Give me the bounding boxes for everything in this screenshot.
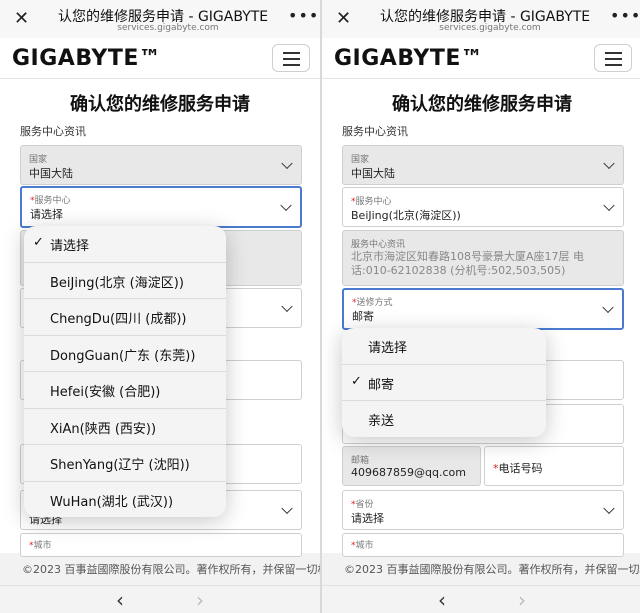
chevron-down-icon [281,300,293,313]
city-select[interactable]: *城市 [20,533,302,557]
service-info-value: 北京市海淀区知春路108号豪景大厦A座17层 电话:010-62102838 (… [351,250,585,277]
section-title: 服务中心资讯 [20,125,86,138]
country-value: 中国大陆 [351,167,395,180]
close-icon[interactable]: ✕ [336,8,351,29]
gigabyte-logo[interactable]: GIGABYTE™ [12,46,161,71]
forward-arrow-icon[interactable]: › [196,588,204,612]
site-header: GIGABYTE™ [322,38,640,79]
browser-nav-bar: ‹ › [322,585,640,613]
delivery-select[interactable]: *送修方式 邮寄 [342,288,624,330]
email-value: 409687859@qq.com [351,466,466,479]
dropdown-option[interactable]: ChengDu(四川 (成都)) [24,299,226,336]
province-value: 请选择 [351,512,384,525]
service-center-value: BeiJing(北京(海淀区)) [351,209,461,222]
province-select[interactable]: *省份 请选择 [342,490,624,530]
back-arrow-icon[interactable]: ‹ [438,588,446,612]
phone-field[interactable]: *电话号码 [484,446,624,486]
service-center-label: 服务中心 [355,197,392,207]
email-field[interactable]: 邮箱 409687859@qq.com [342,446,481,486]
dropdown-option[interactable]: BeiJing(北京 (海淀区)) [24,263,226,299]
browser-url: services.gigabyte.com [439,23,541,33]
country-select[interactable]: 国家 中国大陆 [20,145,302,185]
chevron-down-icon [603,157,615,170]
forward-arrow-icon[interactable]: › [518,588,526,612]
right-screen: ✕ 认您的维修服务申请 - GIGABYTE services.gigabyte… [322,0,640,613]
chevron-down-icon [281,157,293,170]
hamburger-icon[interactable] [594,44,632,72]
service-center-value: 请选择 [30,208,63,221]
delivery-label: 送修方式 [356,298,393,308]
browser-top-bar: ✕ 认您的维修服务申请 - GIGABYTE services.gigabyte… [322,0,640,38]
service-info-label: 服务中心资讯 [351,240,406,250]
chevron-down-icon [281,502,293,515]
hamburger-icon[interactable] [272,44,310,72]
dropdown-option[interactable]: ShenYang(辽宁 (沈阳)) [24,445,226,482]
dropdown-option[interactable]: WuHan(湖北 (武汉)) [24,482,226,518]
chevron-down-icon [280,199,292,212]
checkmark-icon: ✓ [351,373,362,389]
city-label: 城市 [355,541,374,551]
more-icon[interactable]: ••• [288,6,319,25]
dropdown-option[interactable]: ✓ 邮寄 [342,365,546,401]
country-select[interactable]: 国家 中国大陆 [342,145,624,185]
dropdown-option[interactable]: XiAn(陕西 (西安)) [24,409,226,445]
page-title: 确认您的维修服务申请 [70,94,250,115]
site-header: GIGABYTE™ [0,38,320,79]
chevron-down-icon [602,301,614,314]
email-label: 邮箱 [351,456,370,466]
phone-label: 电话号码 [498,462,543,475]
city-select[interactable]: *城市 [342,533,624,557]
dropdown-option[interactable]: ✓ 请选择 [24,226,226,263]
gigabyte-logo[interactable]: GIGABYTE™ [334,46,483,71]
section-title: 服务中心资讯 [342,125,408,138]
left-screen: ✕ 认您的维修服务申请 - GIGABYTE services.gigabyte… [0,0,320,613]
country-label: 国家 [351,155,370,165]
dropdown-option[interactable]: 请选择 [342,328,546,365]
province-label: 省份 [355,500,374,510]
chevron-down-icon [603,199,615,212]
browser-top-bar: ✕ 认您的维修服务申请 - GIGABYTE services.gigabyte… [0,0,320,38]
close-icon[interactable]: ✕ [14,8,29,29]
service-info-field: 服务中心资讯 北京市海淀区知春路108号豪景大厦A座17层 电话:010-621… [342,230,624,286]
dropdown-option[interactable]: Hefei(安徽 (合肥)) [24,372,226,409]
delivery-dropdown[interactable]: 请选择 ✓ 邮寄 亲送 [342,328,546,437]
delivery-value: 邮寄 [352,310,374,323]
dropdown-option[interactable]: 亲送 [342,401,546,437]
country-label: 国家 [29,155,48,165]
service-center-label: 服务中心 [34,196,71,206]
service-center-select[interactable]: *服务中心 请选择 [20,186,302,228]
dropdown-option[interactable]: DongGuan(广东 (东莞)) [24,336,226,372]
browser-url: services.gigabyte.com [117,23,219,33]
browser-nav-bar: ‹ › [0,585,320,613]
country-value: 中国大陆 [29,167,73,180]
back-arrow-icon[interactable]: ‹ [116,588,124,612]
more-icon[interactable]: ••• [610,6,640,25]
service-center-dropdown[interactable]: ✓ 请选择 BeiJing(北京 (海淀区)) ChengDu(四川 (成都)) … [24,226,226,517]
copyright-footer: ©2023 百事益國際股份有限公司。著作权所有，并保留一切权利。 [22,563,320,576]
city-label: 城市 [33,541,52,551]
service-center-select[interactable]: *服务中心 BeiJing(北京(海淀区)) [342,187,624,227]
copyright-footer: ©2023 百事益國際股份有限公司。著作权所有，并保留一切权利。 [344,563,640,576]
checkmark-icon: ✓ [33,235,44,250]
page-title: 确认您的维修服务申请 [392,94,572,115]
chevron-down-icon [603,502,615,515]
